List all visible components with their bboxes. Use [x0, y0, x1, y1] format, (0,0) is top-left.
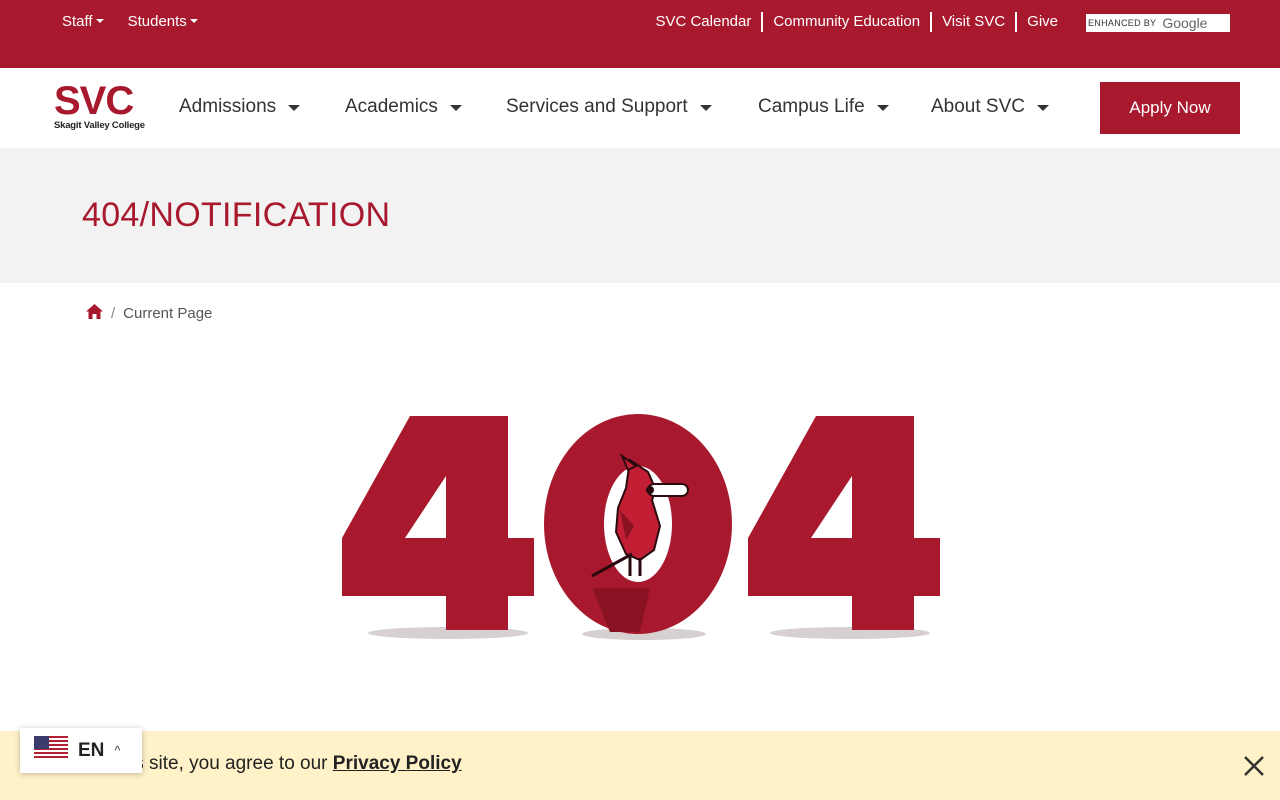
error-404-illustration: 404	[330, 400, 950, 650]
nav-about-svc[interactable]: About SVC	[931, 96, 1049, 118]
caret-down-icon	[288, 105, 301, 111]
nav-academics[interactable]: Academics	[345, 96, 462, 118]
breadcrumb-current: Current Page	[123, 305, 213, 322]
top-utility-bar: Staff Students SVC Calendar Community Ed…	[0, 0, 1280, 68]
main-navigation: SVC Skagit Valley College Admissions Aca…	[0, 68, 1280, 148]
audience-menus: Staff Students	[62, 13, 198, 30]
google-search-input[interactable]: ENHANCED BY Google	[1086, 14, 1230, 32]
caret-down-icon	[699, 105, 712, 111]
page-title: 404/NOTIFICATION	[82, 196, 391, 234]
caret-down-icon	[189, 18, 198, 23]
visit-svc-link[interactable]: Visit SVC	[930, 12, 1015, 32]
caret-down-icon	[449, 105, 462, 111]
breadcrumb: / Current Page	[86, 304, 212, 323]
apply-now-button[interactable]: Apply Now	[1100, 82, 1240, 134]
nav-academics-label: Academics	[345, 96, 438, 117]
svc-calendar-link[interactable]: SVC Calendar	[645, 12, 761, 32]
nav-campus-life-label: Campus Life	[758, 96, 865, 117]
utility-links: SVC Calendar Community Education Visit S…	[645, 12, 1068, 32]
community-education-link[interactable]: Community Education	[761, 12, 930, 32]
language-switcher[interactable]: EN ^	[20, 728, 142, 773]
staff-menu[interactable]: Staff	[62, 13, 104, 30]
students-menu[interactable]: Students	[128, 13, 198, 30]
nav-services-label: Services and Support	[506, 96, 688, 117]
students-menu-label: Students	[127, 13, 187, 30]
logo-wordmark: SVC	[54, 79, 134, 123]
cookie-notice: By using this site, you agree to our Pri…	[0, 731, 1280, 800]
caret-down-icon	[1037, 105, 1049, 111]
error-code: 404	[950, 400, 951, 401]
caret-down-icon	[95, 18, 104, 23]
close-icon[interactable]	[1243, 755, 1265, 777]
nav-about-label: About SVC	[931, 96, 1025, 117]
page-hero: 404/NOTIFICATION	[0, 148, 1280, 283]
nav-admissions[interactable]: Admissions	[179, 96, 301, 118]
give-link[interactable]: Give	[1015, 12, 1068, 32]
search-enhanced-label: ENHANCED BY	[1088, 18, 1157, 28]
privacy-policy-link[interactable]: Privacy Policy	[333, 753, 462, 774]
svc-logo[interactable]: SVC Skagit Valley College	[54, 79, 158, 134]
us-flag-icon	[34, 736, 68, 765]
nav-services-support[interactable]: Services and Support	[506, 96, 712, 118]
nav-campus-life[interactable]: Campus Life	[758, 96, 889, 118]
google-logo: Google	[1162, 15, 1208, 31]
staff-menu-label: Staff	[62, 13, 93, 30]
language-code: EN	[78, 739, 105, 761]
breadcrumb-separator: /	[111, 305, 116, 322]
caret-down-icon	[876, 105, 889, 111]
logo-subtitle: Skagit Valley College	[54, 120, 145, 131]
nav-admissions-label: Admissions	[179, 96, 277, 117]
chevron-up-icon: ^	[114, 743, 121, 758]
home-icon[interactable]	[86, 304, 103, 323]
